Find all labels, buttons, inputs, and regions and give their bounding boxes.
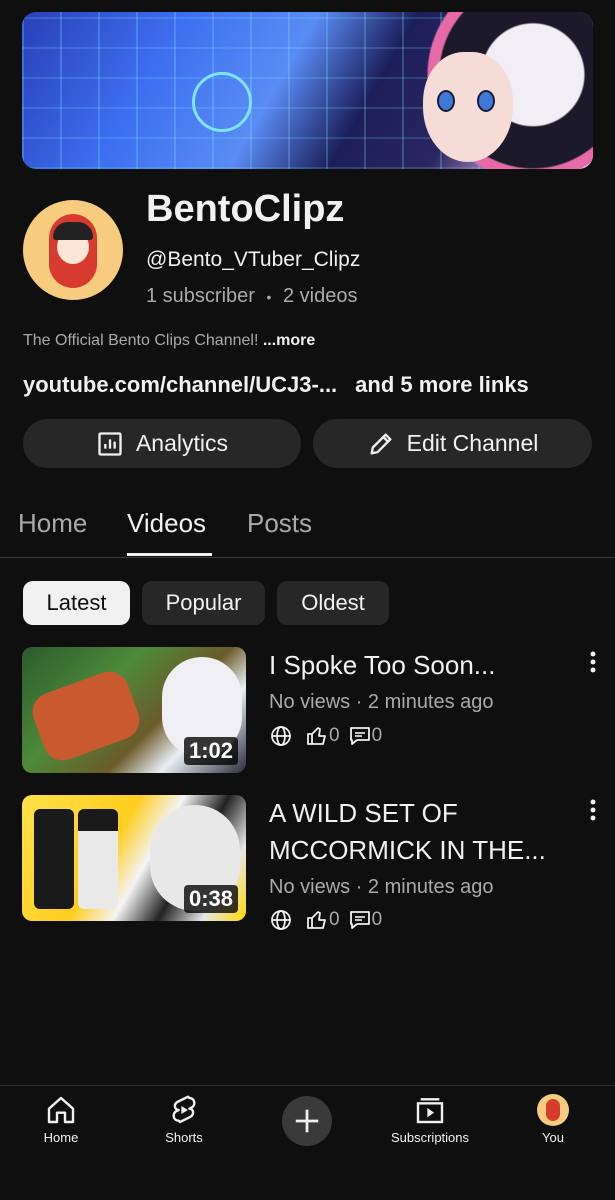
banner-circle xyxy=(192,72,252,132)
comment-icon xyxy=(349,727,370,745)
video-thumbnail[interactable]: 1:02 xyxy=(22,647,246,773)
nav-home-label: Home xyxy=(43,1130,79,1145)
video-duration: 1:02 xyxy=(183,737,238,765)
comment-count: 0 xyxy=(371,909,383,930)
edit-channel-button[interactable]: Edit Channel xyxy=(313,419,592,468)
video-meta: No views · 2 minutes ago xyxy=(269,876,494,898)
tab-home[interactable]: Home xyxy=(18,508,87,539)
globe-icon xyxy=(271,910,291,930)
subscriber-count: 1 subscriber xyxy=(146,285,255,307)
home-icon xyxy=(47,1096,75,1124)
tab-posts[interactable]: Posts xyxy=(247,508,312,539)
video-title[interactable]: A WILD SET OF MCCORMICK IN THE... xyxy=(269,795,579,869)
plus-icon xyxy=(295,1109,319,1133)
pencil-icon xyxy=(370,433,392,454)
like-count: 0 xyxy=(329,909,340,930)
active-tab-indicator xyxy=(127,553,212,556)
analytics-icon xyxy=(98,431,122,456)
nav-you[interactable]: You xyxy=(503,1094,603,1145)
filter-popular[interactable]: Popular xyxy=(142,581,265,625)
nav-you-label: You xyxy=(542,1130,564,1145)
description-more[interactable]: ...more xyxy=(263,332,315,349)
channel-avatar[interactable] xyxy=(23,200,123,300)
channel-stats: 1 subscriber • 2 videos xyxy=(146,285,357,308)
tab-videos[interactable]: Videos xyxy=(127,508,206,539)
stats-separator: • xyxy=(266,288,272,305)
channel-links[interactable]: youtube.com/channel/UCJ3-... and 5 more l… xyxy=(23,372,529,398)
filter-latest[interactable]: Latest xyxy=(23,581,130,625)
thumbnail-pepper-grinder xyxy=(34,809,74,909)
nav-subscriptions-label: Subscriptions xyxy=(390,1130,470,1145)
bottom-navigation: Home Shorts Subscriptions You xyxy=(0,1085,615,1200)
video-count: 2 videos xyxy=(282,285,358,307)
video-stats: 0 0 xyxy=(269,724,382,748)
more-links[interactable]: and 5 more links xyxy=(355,372,529,397)
thumbnail-salt-grinder xyxy=(78,809,118,909)
channel-banner xyxy=(22,12,593,169)
video-title[interactable]: I Spoke Too Soon... xyxy=(269,647,579,684)
like-icon xyxy=(307,911,326,929)
channel-link[interactable]: youtube.com/channel/UCJ3-... xyxy=(23,372,337,397)
channel-description[interactable]: The Official Bento Clips Channel! ...mor… xyxy=(23,332,315,350)
channel-handle: @Bento_VTuber_Clipz xyxy=(146,248,361,271)
nav-home[interactable]: Home xyxy=(11,1094,111,1145)
filter-oldest[interactable]: Oldest xyxy=(277,581,389,625)
avatar-hair xyxy=(53,222,93,240)
nav-shorts-label: Shorts xyxy=(165,1130,203,1145)
description-text: The Official Bento Clips Channel! xyxy=(23,332,259,349)
banner-eye-left xyxy=(437,90,455,112)
create-button[interactable] xyxy=(282,1096,332,1146)
video-thumbnail[interactable]: 0:38 xyxy=(22,795,246,921)
banner-eye-right xyxy=(477,90,495,112)
video-duration: 0:38 xyxy=(183,885,238,913)
comment-icon xyxy=(349,911,370,929)
banner-character-face xyxy=(423,52,513,162)
more-options-icon[interactable] xyxy=(583,796,603,826)
video-stats: 0 0 xyxy=(269,908,382,932)
you-avatar xyxy=(537,1094,569,1126)
like-icon xyxy=(307,727,326,745)
nav-subscriptions[interactable]: Subscriptions xyxy=(380,1094,480,1145)
more-options-icon[interactable] xyxy=(583,648,603,678)
video-meta: No views · 2 minutes ago xyxy=(269,691,494,713)
comment-count: 0 xyxy=(371,725,383,746)
globe-icon xyxy=(271,726,291,746)
like-count: 0 xyxy=(329,725,340,746)
thumbnail-hotdog xyxy=(27,666,145,766)
shorts-icon xyxy=(172,1095,196,1124)
analytics-button[interactable]: Analytics xyxy=(23,419,301,468)
channel-name: BentoClipz xyxy=(146,188,345,230)
edit-channel-label: Edit Channel xyxy=(406,430,539,456)
analytics-label: Analytics xyxy=(135,430,229,456)
nav-shorts[interactable]: Shorts xyxy=(134,1094,234,1145)
channel-tabs: Home Videos Posts xyxy=(0,500,615,558)
subscriptions-icon xyxy=(416,1098,444,1124)
